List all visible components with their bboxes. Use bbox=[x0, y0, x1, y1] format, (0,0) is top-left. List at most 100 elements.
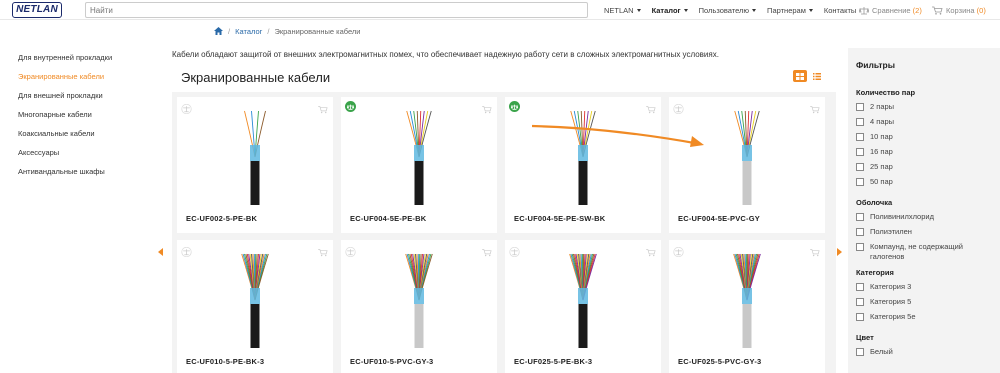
compare-toggle[interactable] bbox=[181, 244, 192, 262]
product-name[interactable]: EC-UF010-5-PVC-GY-3 bbox=[350, 357, 433, 366]
add-to-cart-button[interactable] bbox=[810, 101, 820, 119]
nav-user[interactable]: Пользователю bbox=[699, 6, 757, 15]
nav-contacts[interactable]: Контакты bbox=[824, 6, 856, 15]
nav-label: Каталог bbox=[651, 5, 681, 15]
filter-checkbox[interactable] bbox=[856, 178, 864, 186]
filter-checkbox[interactable] bbox=[856, 133, 864, 141]
sidebar-item-shielded[interactable]: Экранированные кабели bbox=[0, 67, 150, 86]
filter-checkbox[interactable] bbox=[856, 103, 864, 111]
add-to-cart-button[interactable] bbox=[482, 101, 492, 119]
filter-option[interactable]: Категория 3 bbox=[856, 282, 1000, 297]
filter-checkbox[interactable] bbox=[856, 163, 864, 171]
nav-netlan[interactable]: NETLAN bbox=[604, 6, 641, 15]
add-to-cart-button[interactable] bbox=[318, 244, 328, 262]
filter-checkbox[interactable] bbox=[856, 298, 864, 306]
cart-link[interactable]: Корзина (0) bbox=[932, 0, 986, 20]
filter-option[interactable]: 10 пар bbox=[856, 132, 1000, 147]
compare-count: (2) bbox=[912, 5, 922, 15]
filter-option[interactable]: Компаунд, не содержащий галогенов bbox=[856, 242, 1000, 262]
compare-link[interactable]: Сравнение (2) bbox=[859, 0, 922, 20]
product-name[interactable]: EC-UF004-5E-PE-SW-BK bbox=[514, 214, 605, 223]
filter-checkbox[interactable] bbox=[856, 228, 864, 236]
product-image[interactable] bbox=[215, 107, 295, 205]
compare-toggle[interactable] bbox=[509, 244, 520, 262]
filter-option[interactable]: Категория 5 bbox=[856, 297, 1000, 312]
filter-option[interactable]: 50 пар bbox=[856, 177, 1000, 192]
product-card[interactable]: EC-UF004-5E-PE-BK bbox=[341, 97, 497, 233]
filter-checkbox[interactable] bbox=[856, 348, 864, 356]
filter-checkbox[interactable] bbox=[856, 118, 864, 126]
compare-toggle[interactable] bbox=[673, 244, 684, 262]
product-image[interactable] bbox=[543, 250, 623, 348]
filter-checkbox[interactable] bbox=[856, 148, 864, 156]
filter-option[interactable]: Белый bbox=[856, 347, 1000, 362]
grid-icon bbox=[796, 72, 804, 80]
add-to-cart-button[interactable] bbox=[646, 244, 656, 262]
cart-label: Корзина bbox=[946, 5, 975, 15]
add-to-cart-button[interactable] bbox=[318, 101, 328, 119]
sidebar-item-indoor[interactable]: Для внутренней прокладки bbox=[0, 48, 150, 67]
add-to-cart-button[interactable] bbox=[646, 101, 656, 119]
product-image[interactable] bbox=[707, 250, 787, 348]
sidebar-item-outdoor[interactable]: Для внешней прокладки bbox=[0, 86, 150, 105]
filter-option-label: 16 пар bbox=[870, 147, 893, 156]
compare-toggle[interactable] bbox=[673, 101, 684, 119]
product-card[interactable]: EC-UF004-5E-PVC-GY bbox=[669, 97, 825, 233]
filter-option[interactable]: Полиэтилен bbox=[856, 227, 1000, 242]
nav-partners[interactable]: Партнерам bbox=[767, 6, 813, 15]
product-card[interactable]: EC-UF025-5-PVC-GY-3 bbox=[669, 240, 825, 373]
sidebar-item-multipair[interactable]: Многопарные кабели bbox=[0, 105, 150, 124]
filter-checkbox[interactable] bbox=[856, 283, 864, 291]
sidebar-item-cabinets[interactable]: Антивандальные шкафы bbox=[0, 162, 150, 181]
breadcrumb-catalog[interactable]: Каталог bbox=[235, 27, 262, 36]
product-image[interactable] bbox=[379, 250, 459, 348]
product-card[interactable]: EC-UF010-5-PVC-GY-3 bbox=[341, 240, 497, 373]
collapse-filters-right-arrow-icon[interactable] bbox=[837, 248, 842, 256]
filter-option[interactable]: Категория 5e bbox=[856, 312, 1000, 327]
breadcrumb-current: Экранированные кабели bbox=[274, 26, 361, 36]
grid-view-button[interactable] bbox=[793, 70, 807, 82]
filter-checkbox[interactable] bbox=[856, 313, 864, 321]
product-name[interactable]: EC-UF004-5E-PE-BK bbox=[350, 214, 426, 223]
product-name[interactable]: EC-UF004-5E-PVC-GY bbox=[678, 214, 760, 223]
product-card[interactable]: EC-UF002-5-PE-BK bbox=[177, 97, 333, 233]
filter-group-title: Оболочка bbox=[856, 198, 893, 207]
nav-catalog[interactable]: Каталог bbox=[652, 6, 688, 15]
product-name[interactable]: EC-UF025-5-PE-BK-3 bbox=[514, 357, 592, 366]
product-name[interactable]: EC-UF002-5-PE-BK bbox=[186, 214, 257, 223]
filter-option[interactable]: 4 пары bbox=[856, 117, 1000, 132]
caret-down-icon bbox=[683, 8, 688, 12]
filter-group-title: Количество пар bbox=[856, 88, 916, 97]
compare-toggle[interactable] bbox=[509, 101, 520, 112]
compare-toggle[interactable] bbox=[181, 101, 192, 119]
filter-option[interactable]: 2 пары bbox=[856, 102, 1000, 117]
search-input[interactable] bbox=[85, 2, 588, 18]
add-to-cart-button[interactable] bbox=[810, 244, 820, 262]
netlan-logo[interactable]: NETLAN bbox=[12, 2, 62, 18]
add-to-cart-button[interactable] bbox=[482, 244, 492, 262]
compare-toggle[interactable] bbox=[345, 244, 356, 262]
product-card[interactable]: EC-UF004-5E-PE-SW-BK bbox=[505, 97, 661, 233]
collapse-sidebar-left-arrow-icon[interactable] bbox=[158, 248, 163, 256]
list-view-button[interactable] bbox=[810, 70, 824, 82]
product-image[interactable] bbox=[707, 107, 787, 205]
sidebar-item-coaxial[interactable]: Коаксиальные кабели bbox=[0, 124, 150, 143]
nav-label: Контакты bbox=[823, 5, 857, 15]
home-icon[interactable] bbox=[214, 27, 223, 35]
product-card[interactable]: EC-UF025-5-PE-BK-3 bbox=[505, 240, 661, 373]
scales-icon bbox=[509, 246, 520, 258]
filter-option[interactable]: 25 пар bbox=[856, 162, 1000, 177]
filter-option[interactable]: 16 пар bbox=[856, 147, 1000, 162]
product-image[interactable] bbox=[379, 107, 459, 205]
compare-toggle[interactable] bbox=[345, 101, 356, 112]
product-name[interactable]: EC-UF025-5-PVC-GY-3 bbox=[678, 357, 761, 366]
product-image[interactable] bbox=[215, 250, 295, 348]
filter-checkbox[interactable] bbox=[856, 213, 864, 221]
filter-option[interactable]: Поливинилхлорид bbox=[856, 212, 1000, 227]
page-title: Экранированные кабели bbox=[181, 70, 331, 85]
sidebar-item-accessories[interactable]: Аксессуары bbox=[0, 143, 150, 162]
product-name[interactable]: EC-UF010-5-PE-BK-3 bbox=[186, 357, 264, 366]
nav-label: NETLAN bbox=[604, 5, 634, 15]
filter-checkbox[interactable] bbox=[856, 243, 864, 251]
product-card[interactable]: EC-UF010-5-PE-BK-3 bbox=[177, 240, 333, 373]
